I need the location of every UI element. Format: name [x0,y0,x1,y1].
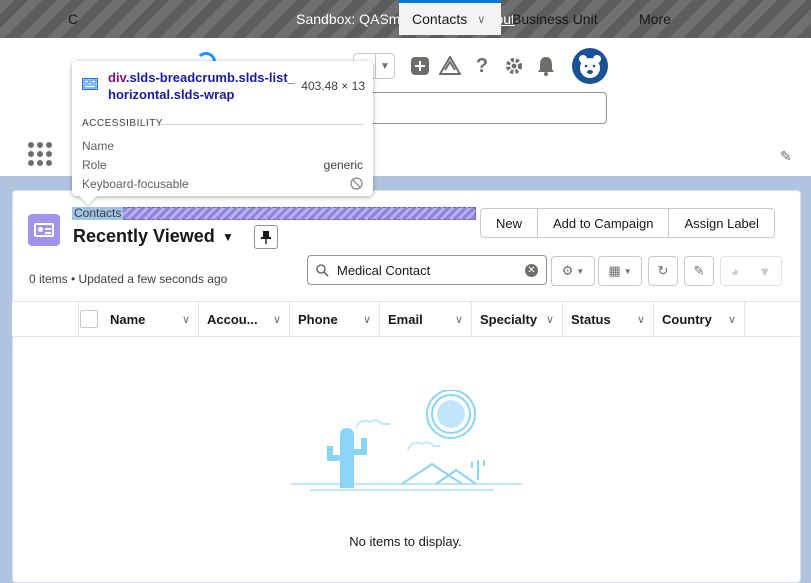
list-view-card [12,190,801,583]
chevron-down-icon[interactable]: ∨ [455,313,463,326]
inspector-element-size: 403.48 × 13 [301,79,365,93]
column-header-status[interactable]: Status ∨ [563,302,654,336]
breadcrumb[interactable]: Contacts [72,207,124,220]
filter-icon: ▼ [758,263,772,279]
user-avatar[interactable] [572,48,608,84]
empty-state-message: No items to display. [349,534,462,549]
not-focusable-icon [350,177,363,193]
chevron-down-icon[interactable]: ▼ [375,54,394,78]
caret-down-icon: ▼ [576,266,585,276]
help-icon[interactable]: ? [470,54,494,78]
tab-contacts[interactable]: Contacts ∨ [399,0,501,35]
caret-down-icon: ▼ [623,266,632,276]
select-all-checkbox[interactable] [80,310,98,328]
refresh-icon: ↻ [657,263,669,278]
list-view-title[interactable]: Recently Viewed [73,226,215,247]
list-view-controls-button[interactable]: ⚙ ▼ [551,256,595,286]
column-header-name[interactable]: Name ∨ [102,302,199,336]
chevron-down-icon[interactable]: ∨ [637,313,645,326]
new-button[interactable]: New [480,208,539,238]
list-actions: New Add to Campaign Assign Label [480,208,775,238]
chevron-down-icon[interactable]: ∨ [610,13,618,26]
tab-business-unit[interactable]: Business Unit ∨ [512,0,618,38]
refresh-button[interactable]: ↻ [648,256,678,286]
app-name: C [68,11,79,27]
tab-business-unit-label: Business Unit [512,11,598,27]
setup-gear-icon[interactable] [502,54,526,78]
clear-search-icon[interactable]: ✕ [525,263,538,277]
column-header-account[interactable]: Accou... ∨ [199,302,290,336]
nav-chevron-icon[interactable]: ∨ [376,0,384,38]
list-search-value[interactable]: Medical Contact [337,263,525,278]
inspector-row-name: Name [82,139,115,153]
display-as-table-button[interactable]: ▦ ▼ [598,256,642,286]
inspector-row-role: Role generic [82,158,363,172]
chevron-down-icon[interactable]: ∨ [182,313,190,326]
add-to-campaign-button[interactable]: Add to Campaign [538,208,670,238]
column-header-email[interactable]: Email ∨ [380,302,472,336]
column-header-specialty[interactable]: Specialty ∨ [472,302,563,336]
tab-more[interactable]: More ▼ [639,0,698,38]
tab-contacts-label: Contacts [412,11,468,27]
empty-desert-illustration [290,390,522,491]
inspector-selector: div.slds-breadcrumb.slds-list_horizontal… [108,70,295,102]
chevron-down-icon[interactable]: ∨ [477,13,485,26]
column-header-country[interactable]: Country ∨ [654,302,745,336]
pencil-icon: ✎ [693,263,705,278]
trailhead-icon[interactable] [438,54,462,78]
caret-down-icon: ▼ [686,13,698,25]
inspector-highlight-overlay [72,207,476,220]
flex-container-icon [82,78,98,90]
search-icon [316,263,329,277]
table-icon: ▦ [608,263,621,278]
notifications-bell-icon[interactable] [534,54,558,78]
inspector-section-title: ACCESSIBILITY [82,118,163,129]
app-launcher-icon[interactable] [28,142,52,166]
inspector-row-keyboard-focusable: Keyboard-focusable [82,177,363,191]
list-search-input[interactable]: Medical Contact ✕ [307,255,547,285]
table-header: Name ∨ Accou... ∨ Phone ∨ Email ∨ Specialty ∨… [12,301,799,337]
chevron-down-icon[interactable]: ∨ [273,313,281,326]
gear-icon: ⚙ [561,263,574,278]
charts-filter-group: ◕ ▼ [720,256,782,286]
chevron-down-icon[interactable]: ∨ [546,313,554,326]
global-actions-add-icon[interactable] [408,54,432,78]
assign-label-button[interactable]: Assign Label [669,208,775,238]
column-header-phone[interactable]: Phone ∨ [290,302,380,336]
list-meta-status: 0 items • Updated a few seconds ago [29,272,228,286]
chevron-down-icon[interactable]: ∨ [363,313,371,326]
edit-nav-pencil-icon[interactable]: ✎ [780,148,792,165]
devtools-inspector-tooltip: div.slds-breadcrumb.slds-list_horizontal… [72,61,373,196]
list-view-picker-icon[interactable]: ▼ [222,230,234,244]
pin-list-view-button[interactable] [254,225,278,249]
contact-object-icon [28,214,60,246]
chart-icon: ◕ [730,263,739,279]
inline-edit-button[interactable]: ✎ [684,256,714,286]
tab-more-label: More [639,11,671,27]
chevron-down-icon[interactable]: ∨ [728,313,736,326]
